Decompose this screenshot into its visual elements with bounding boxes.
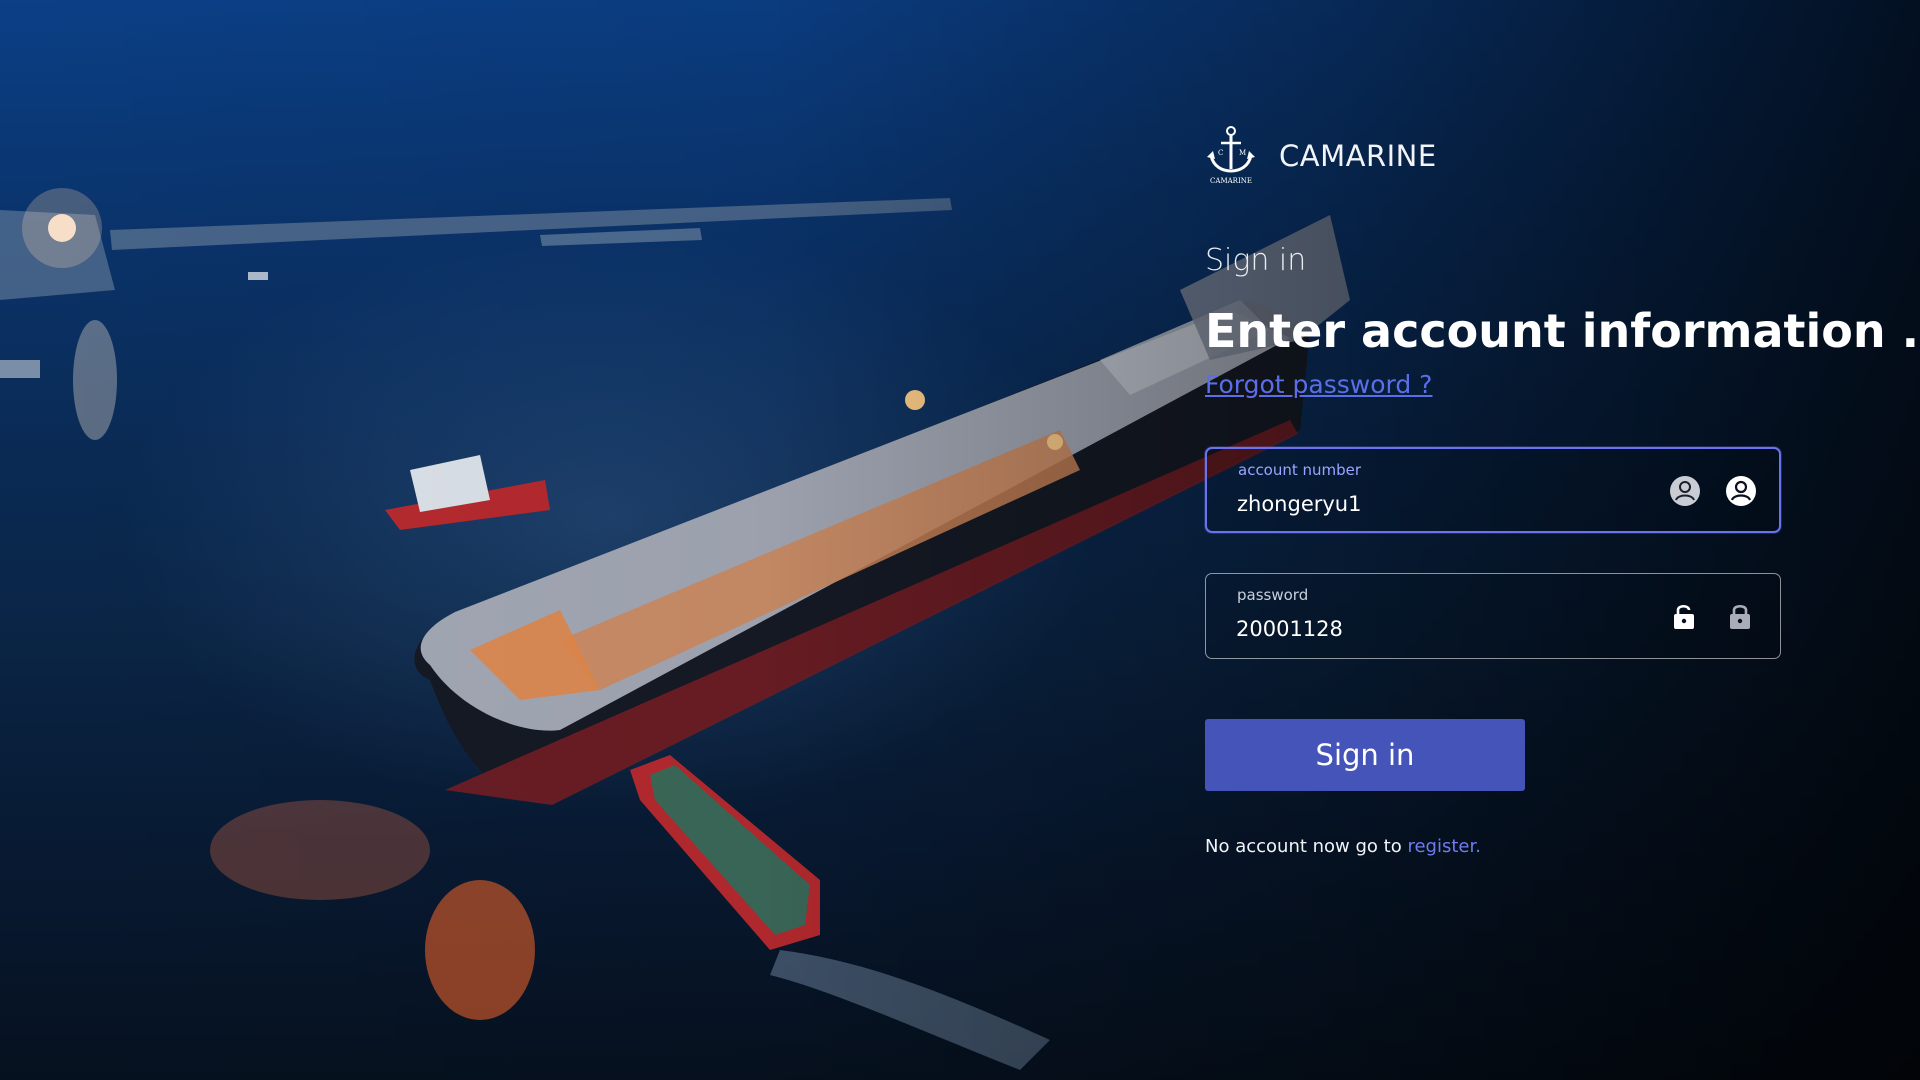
page-title: Enter account information . — [1205, 304, 1920, 358]
register-prompt: No account now go to register. — [1205, 836, 1805, 857]
account-number-label: account number — [1238, 461, 1362, 479]
user-circle-icon[interactable] — [1669, 475, 1701, 507]
account-number-input[interactable] — [1237, 487, 1617, 521]
brand-name: CAMARINE — [1279, 139, 1437, 173]
logo-caption: CAMARINE — [1210, 177, 1252, 185]
account-number-field[interactable]: account number — [1205, 447, 1781, 533]
lock-open-icon[interactable] — [1668, 600, 1700, 632]
register-prompt-text: No account now go to — [1205, 836, 1408, 857]
logo-letter-m: M — [1239, 149, 1246, 157]
forgot-password-link[interactable]: Forgot password ? — [1205, 370, 1432, 399]
lock-closed-icon[interactable] — [1724, 600, 1756, 632]
password-input[interactable] — [1236, 612, 1616, 646]
sign-in-panel: C M CAMARINE CAMARINE Sign in Enter acco… — [1205, 125, 1920, 857]
logo-letter-c: C — [1218, 149, 1223, 157]
user-circle-outline-icon[interactable] — [1725, 475, 1757, 507]
sign-in-eyebrow: Sign in — [1205, 243, 1307, 278]
register-link[interactable]: register. — [1407, 836, 1481, 857]
password-field[interactable]: password — [1205, 573, 1781, 659]
brand: C M CAMARINE CAMARINE — [1205, 125, 1805, 187]
password-label: password — [1237, 586, 1309, 604]
sign-in-button[interactable]: Sign in — [1205, 719, 1525, 791]
anchor-icon: C M CAMARINE — [1207, 126, 1255, 185]
